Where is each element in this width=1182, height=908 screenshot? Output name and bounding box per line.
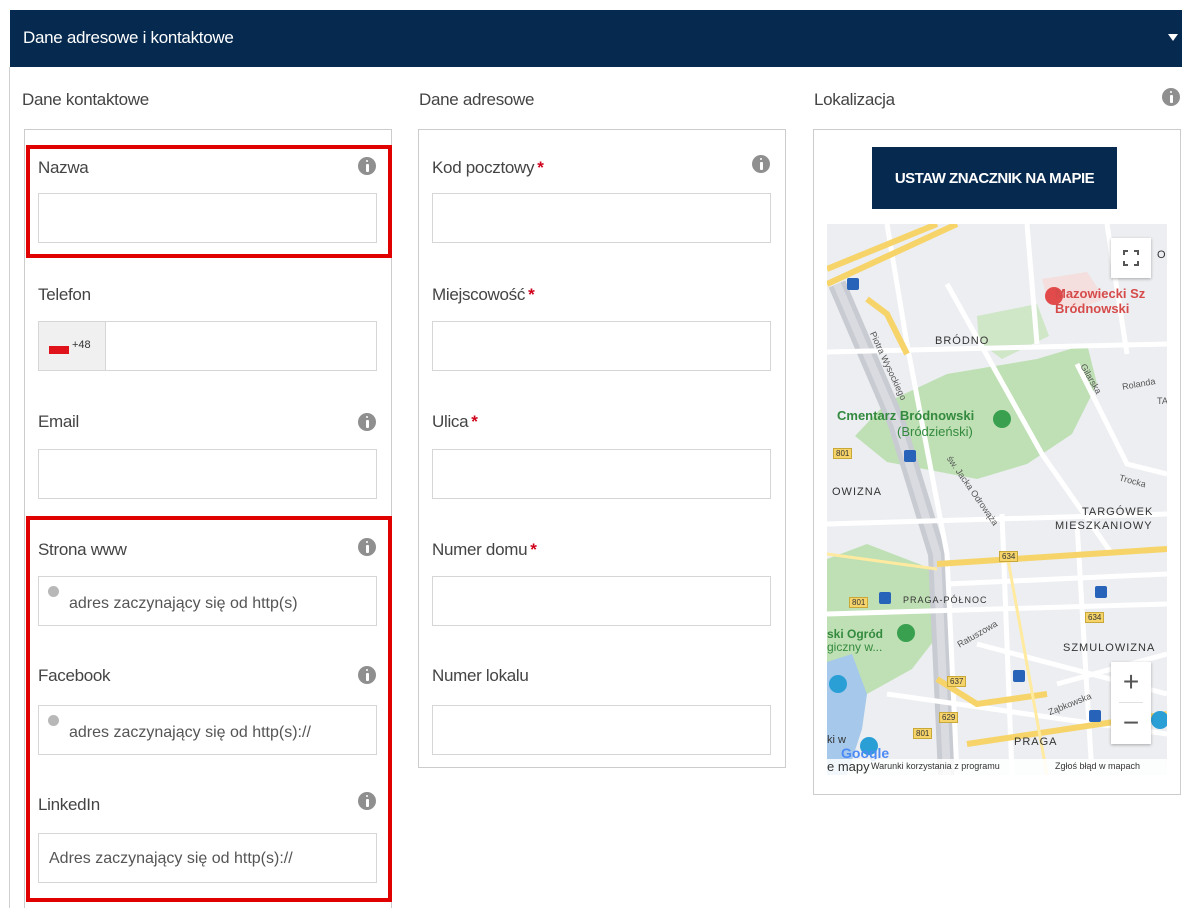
map-label-ogrod-2: giczny w... bbox=[827, 640, 883, 654]
www-label: Strona www bbox=[38, 540, 127, 559]
map-label-t: TA bbox=[1157, 396, 1167, 406]
map-attribution: e mapy Warunki korzystania z programu Zg… bbox=[827, 759, 1167, 775]
poland-flag-icon bbox=[49, 346, 69, 354]
map-label-targowek: TARGÓWEK bbox=[1082, 506, 1154, 518]
street-label: Ulica * bbox=[432, 412, 478, 431]
email-label: Email bbox=[38, 412, 80, 431]
name-input[interactable] bbox=[38, 193, 377, 243]
route-shield-637: 637 bbox=[947, 676, 967, 687]
map-label-hospital-2: Bródnowski bbox=[1055, 301, 1130, 316]
linkedin-label: LinkedIn bbox=[38, 795, 100, 814]
section-header[interactable]: Dane adresowe i kontaktowe bbox=[10, 10, 1182, 67]
route-shield-634b: 634 bbox=[1085, 612, 1105, 623]
street-input[interactable] bbox=[432, 449, 771, 499]
www-input[interactable]: adres zaczynający się od http(s) bbox=[38, 576, 377, 626]
linkedin-input[interactable]: Adres zaczynający się od http(s):// bbox=[38, 833, 377, 883]
location-column-title: Lokalizacja bbox=[814, 90, 895, 109]
dial-code: +48 bbox=[72, 339, 91, 351]
apartment-label: Numer lokalu bbox=[432, 666, 529, 685]
name-info-icon[interactable] bbox=[358, 157, 376, 175]
zoom-in-button[interactable]: + bbox=[1111, 662, 1151, 702]
zoom-out-button[interactable]: − bbox=[1111, 703, 1151, 743]
name-label: Nazwa bbox=[38, 158, 89, 177]
map-label-cemetery: Cmentarz Bródnowski bbox=[837, 408, 975, 423]
facebook-input[interactable]: adres zaczynający się od http(s):// bbox=[38, 705, 377, 755]
facebook-placeholder: adres zaczynający się od http(s):// bbox=[69, 724, 311, 741]
map-label-targowek-2: MIESZKANIOWY bbox=[1055, 520, 1153, 532]
section-title: Dane adresowe i kontaktowe bbox=[23, 28, 234, 47]
phone-input[interactable]: +48 bbox=[38, 321, 377, 371]
caret-down-icon[interactable] bbox=[1168, 34, 1178, 41]
fullscreen-button[interactable] bbox=[1111, 238, 1151, 278]
linkedin-placeholder: Adres zaczynający się od http(s):// bbox=[49, 850, 293, 867]
apartment-number-input[interactable] bbox=[432, 705, 771, 755]
left-divider bbox=[9, 67, 10, 908]
attr-terms-link[interactable]: Warunki korzystania z programu bbox=[871, 761, 1000, 771]
attr-report-link[interactable]: Zgłoś błąd w mapach bbox=[1055, 761, 1140, 771]
fullscreen-icon bbox=[1123, 250, 1139, 266]
email-input[interactable] bbox=[38, 449, 377, 499]
map-label-praga-polnoc: PRAGA-PÓŁNOC bbox=[903, 595, 988, 605]
city-input[interactable] bbox=[432, 321, 771, 371]
postal-label: Kod pocztowy * bbox=[432, 158, 544, 177]
map-label-praga: PRAGA bbox=[1014, 736, 1058, 748]
map-label-owizna: OWIZNA bbox=[832, 486, 882, 498]
map-label-brodno: BRÓDNO bbox=[935, 335, 990, 347]
country-code-selector[interactable]: +48 bbox=[39, 322, 106, 370]
route-shield-801c: 801 bbox=[913, 728, 933, 739]
house-label: Numer domu * bbox=[432, 540, 537, 559]
contact-panel bbox=[24, 129, 392, 908]
route-shield-634: 634 bbox=[999, 551, 1019, 562]
email-info-icon[interactable] bbox=[358, 413, 376, 431]
map-label-ogrod: ski Ogród bbox=[827, 627, 884, 641]
phone-label: Telefon bbox=[38, 285, 91, 304]
location-info-icon[interactable] bbox=[1162, 88, 1180, 106]
address-column-title: Dane adresowe bbox=[419, 90, 535, 109]
map-label-szmulowizna: SZMULOWIZNA bbox=[1063, 642, 1156, 654]
route-shield-629: 629 bbox=[939, 712, 959, 723]
route-shield-801b: 801 bbox=[849, 597, 869, 608]
map-label-o: O bbox=[1157, 249, 1166, 261]
set-marker-button[interactable]: USTAW ZNACZNIK NA MAPIE bbox=[872, 147, 1117, 209]
house-number-input[interactable] bbox=[432, 576, 771, 626]
attr-maps: e mapy bbox=[827, 759, 870, 774]
map-label-cemetery-2: (Bródzieński) bbox=[897, 424, 973, 439]
contact-column-title: Dane kontaktowe bbox=[22, 90, 149, 109]
postal-code-input[interactable] bbox=[432, 193, 771, 243]
globe-icon bbox=[48, 715, 59, 726]
map[interactable]: Mazowiecki Sz Bródnowski BRÓDNO Cmentarz… bbox=[827, 224, 1167, 775]
city-label: Miejscowość * bbox=[432, 285, 535, 304]
linkedin-info-icon[interactable] bbox=[358, 792, 376, 810]
zoom-controls: + − bbox=[1111, 662, 1151, 744]
globe-icon bbox=[48, 586, 59, 597]
route-shield-801: 801 bbox=[833, 448, 853, 459]
postal-info-icon[interactable] bbox=[752, 155, 770, 173]
map-label-hospital: Mazowiecki Sz bbox=[1055, 286, 1146, 301]
facebook-label: Facebook bbox=[38, 666, 111, 685]
www-placeholder: adres zaczynający się od http(s) bbox=[69, 595, 298, 612]
www-info-icon[interactable] bbox=[358, 538, 376, 556]
facebook-info-icon[interactable] bbox=[358, 666, 376, 684]
